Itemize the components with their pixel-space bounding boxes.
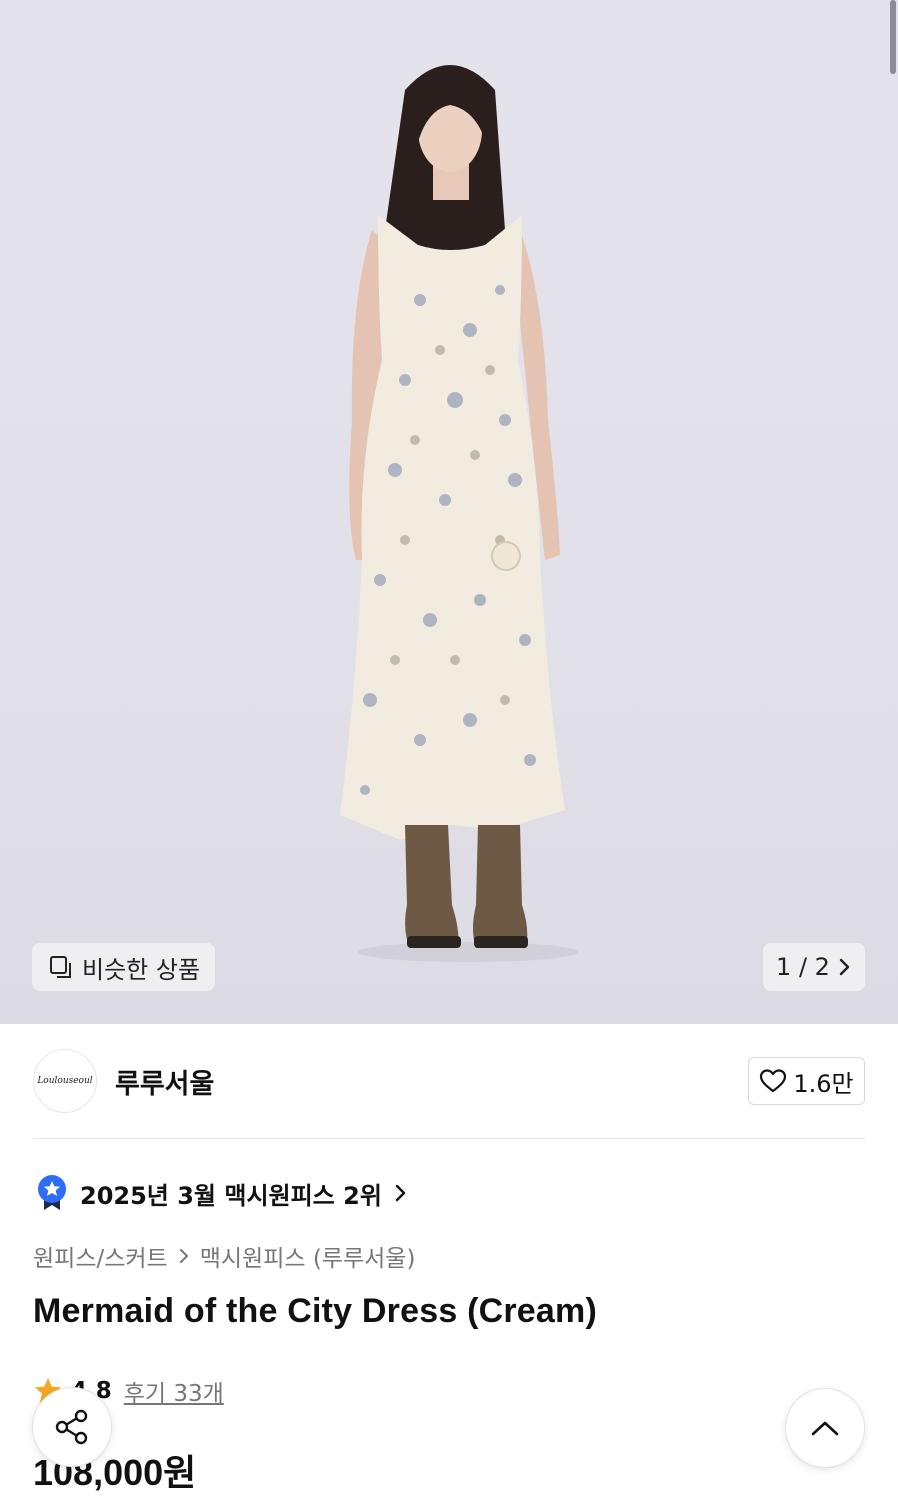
brand-logo-text: Loulouseoul — [37, 1076, 93, 1086]
review-count-link[interactable]: 후기 33개 — [124, 1374, 224, 1408]
scroll-to-top-button[interactable] — [785, 1388, 865, 1468]
product-title: Mermaid of the City Dress (Cream) — [33, 1292, 597, 1330]
brand-name[interactable]: 루루서울 — [115, 1062, 214, 1101]
share-button[interactable] — [32, 1387, 112, 1467]
stacked-squares-icon — [50, 956, 71, 978]
brand-logo[interactable]: Loulouseoul — [33, 1049, 97, 1113]
share-nodes-icon — [55, 1409, 88, 1445]
ribbon-star-badge-icon — [38, 1175, 66, 1210]
image-counter-text: 1 / 2 — [776, 953, 830, 981]
section-divider — [33, 1138, 865, 1139]
like-count: 1.6만 — [793, 1069, 854, 1098]
breadcrumb-child[interactable]: 맥시원피스 (루루서울) — [200, 1239, 416, 1273]
similar-products-label: 비슷한 상품 — [82, 955, 201, 984]
chevron-up-icon — [811, 1421, 839, 1436]
ranking-text: 2025년 3월 맥시원피스 2위 — [80, 1181, 382, 1210]
heart-outline-icon — [760, 1069, 787, 1093]
ranking-link[interactable]: 2025년 3월 맥시원피스 2위 — [36, 1173, 408, 1213]
product-page: 비슷한 상품 1 / 2 Loulouseoul 루루서울 1.6만 2025년… — [0, 0, 898, 1500]
chevron-right-icon — [179, 1249, 188, 1263]
product-image-carousel[interactable]: 비슷한 상품 1 / 2 — [0, 0, 898, 1024]
chevron-right-icon — [395, 1184, 406, 1202]
breadcrumb: 원피스/스커트 맥시원피스 (루루서울) — [33, 1238, 415, 1274]
product-photo — [340, 65, 578, 962]
similar-products-button[interactable]: 비슷한 상품 — [32, 943, 215, 991]
image-counter-button[interactable]: 1 / 2 — [763, 943, 865, 991]
breadcrumb-parent[interactable]: 원피스/스커트 — [33, 1239, 168, 1273]
chevron-right-icon — [839, 958, 850, 976]
page-scrollbar[interactable] — [890, 0, 896, 74]
like-button[interactable]: 1.6만 — [748, 1057, 865, 1105]
